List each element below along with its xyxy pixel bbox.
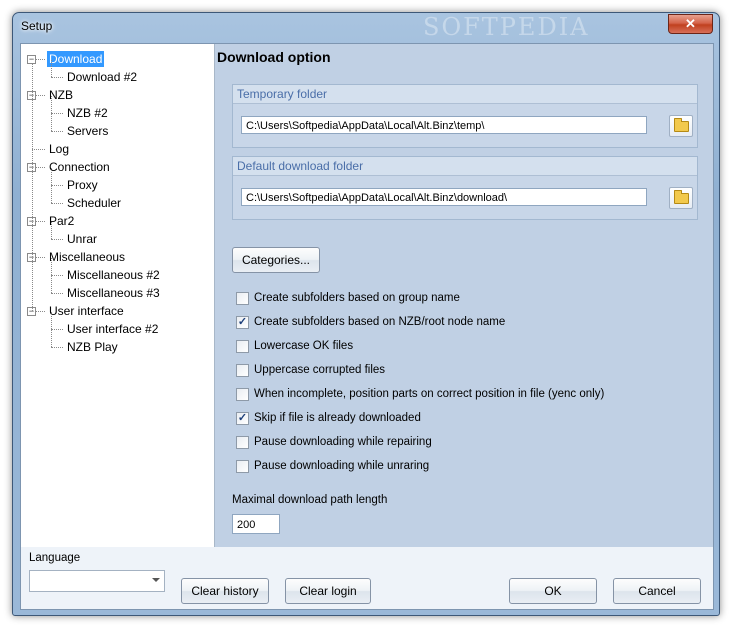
title-bar[interactable]: Setup SOFTPEDIA ✕	[13, 13, 719, 41]
clear-login-button[interactable]: Clear login	[285, 578, 371, 604]
tree-connector	[51, 293, 63, 294]
tree-item[interactable]: Scheduler	[65, 195, 123, 211]
tree-connector	[51, 186, 52, 203]
tree-item[interactable]: Servers	[65, 123, 110, 139]
tree-connector	[32, 149, 45, 150]
tree-item[interactable]: Proxy	[65, 177, 100, 193]
tree-item[interactable]: User interface #2	[65, 321, 160, 337]
tree-connector	[51, 113, 63, 114]
checkbox-label[interactable]: Uppercase corrupted files	[254, 363, 385, 377]
tree-item[interactable]: Log	[47, 141, 71, 157]
tree-connector	[36, 257, 45, 258]
folder-icon	[674, 190, 689, 204]
temp-folder-input[interactable]: C:\Users\Softpedia\AppData\Local\Alt.Bin…	[241, 116, 647, 134]
tree-connector	[36, 311, 45, 312]
checkbox[interactable]: ✓	[236, 412, 249, 425]
collapse-toggle-icon[interactable]: −	[27, 55, 36, 64]
checkbox[interactable]	[236, 340, 249, 353]
language-select[interactable]	[29, 570, 165, 592]
tree-item[interactable]: Download #2	[65, 69, 139, 85]
download-folder-header: Default download folder	[233, 157, 697, 176]
tree-connector	[51, 347, 63, 348]
setup-window: Setup SOFTPEDIA ✕ Download − Download #2 NZ…	[12, 12, 720, 616]
checkbox[interactable]	[236, 292, 249, 305]
clear-history-button[interactable]: Clear history	[181, 578, 269, 604]
folder-icon	[674, 118, 689, 132]
tree-item[interactable]: Unrar	[65, 231, 99, 247]
watermark: SOFTPEDIA	[423, 13, 590, 41]
settings-tree[interactable]: Download − Download #2 NZB − NZB #2 Servers Log…	[21, 44, 215, 547]
tree-connector	[51, 96, 52, 113]
language-label: Language	[29, 552, 81, 564]
checkbox-label[interactable]: Lowercase OK files	[254, 339, 353, 353]
tree-item[interactable]: Connection	[47, 159, 112, 175]
temp-folder-browse-button[interactable]	[669, 115, 693, 137]
tree-connector	[51, 258, 52, 275]
checkbox-label[interactable]: When incomplete, position parts on corre…	[254, 387, 604, 401]
max-path-input[interactable]: 200	[232, 514, 280, 534]
cancel-button[interactable]: Cancel	[613, 578, 701, 604]
tree-connector	[51, 60, 52, 77]
client-area: Download − Download #2 NZB − NZB #2 Servers Log…	[20, 43, 714, 610]
tree-item[interactable]: Miscellaneous #2	[65, 267, 162, 283]
tree-item[interactable]: Miscellaneous	[47, 249, 127, 265]
download-folder-input[interactable]: C:\Users\Softpedia\AppData\Local\Alt.Bin…	[241, 188, 647, 206]
max-path-label: Maximal download path length	[232, 494, 388, 506]
checkbox-label[interactable]: Pause downloading while repairing	[254, 435, 432, 449]
tree-connector	[36, 167, 45, 168]
temp-folder-group: Temporary folder C:\Users\Softpedia\AppD…	[232, 84, 698, 148]
close-icon: ✕	[685, 16, 696, 31]
tree-connector	[51, 276, 52, 293]
tree-connector	[51, 239, 63, 240]
tree-connector	[51, 222, 52, 239]
tree-connector	[36, 95, 45, 96]
checkbox-label[interactable]: Create subfolders based on group name	[254, 291, 460, 305]
panel-title: Download option	[217, 49, 331, 65]
tree-item[interactable]: Download	[47, 51, 105, 67]
tree-connector	[51, 203, 63, 204]
window-title: Setup	[21, 19, 53, 33]
tree-item[interactable]: NZB Play	[65, 339, 120, 355]
categories-button[interactable]: Categories...	[232, 247, 320, 273]
bottom-bar: Language Clear history Clear login OK Ca…	[21, 548, 713, 609]
download-folder-group: Default download folder C:\Users\Softped…	[232, 156, 698, 220]
tree-connector	[51, 330, 52, 347]
tree-connector	[51, 131, 63, 132]
tree-connector	[51, 329, 63, 330]
tree-connector	[32, 64, 33, 311]
tree-connector	[51, 114, 52, 131]
tree-item[interactable]: NZB #2	[65, 105, 110, 121]
tree-item[interactable]: User interface	[47, 303, 126, 319]
tree-item[interactable]: Miscellaneous #3	[65, 285, 162, 301]
checkbox-label[interactable]: Create subfolders based on NZB/root node…	[254, 315, 505, 329]
tree-connector	[51, 312, 52, 329]
tree-connector	[51, 275, 63, 276]
checkbox-label[interactable]: Pause downloading while unraring	[254, 459, 429, 473]
checkbox[interactable]: ✓	[236, 316, 249, 329]
chevron-down-icon[interactable]	[152, 578, 160, 582]
checkbox[interactable]	[236, 364, 249, 377]
checkbox[interactable]	[236, 436, 249, 449]
options-panel: Download option Temporary folder C:\User…	[215, 44, 713, 547]
checkbox-label[interactable]: Skip if file is already downloaded	[254, 411, 421, 425]
ok-button[interactable]: OK	[509, 578, 597, 604]
tree-connector	[36, 221, 45, 222]
tree-connector	[51, 185, 63, 186]
tree-connector	[36, 59, 45, 60]
checkbox[interactable]	[236, 388, 249, 401]
download-folder-browse-button[interactable]	[669, 187, 693, 209]
temp-folder-header: Temporary folder	[233, 85, 697, 104]
checkbox[interactable]	[236, 460, 249, 473]
tree-connector	[51, 77, 63, 78]
close-button[interactable]: ✕	[668, 14, 713, 34]
tree-connector	[51, 168, 52, 185]
